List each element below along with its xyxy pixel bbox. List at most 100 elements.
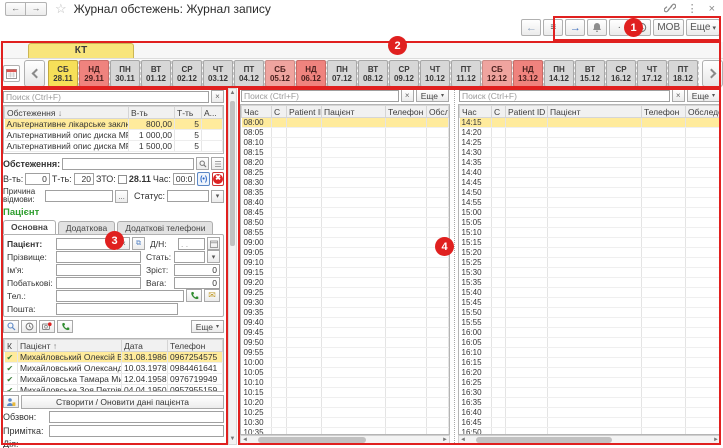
schedule-row[interactable]: 14:40 [460, 168, 720, 178]
reason-more-button[interactable]: ... [115, 190, 128, 203]
next-days-button[interactable] [702, 60, 723, 87]
day-button-13.12[interactable]: НД13.12 [513, 60, 543, 87]
schedule-row[interactable]: 16:40 [460, 408, 720, 418]
create-update-patient-button[interactable]: Створити / Оновити дані пацієнта [21, 395, 224, 409]
schedule-row[interactable]: 16:25 [460, 378, 720, 388]
col-time[interactable]: Час [242, 106, 272, 118]
day-button-28.11[interactable]: СБ28.11 [48, 60, 78, 87]
gender-dropdown-button[interactable]: ▾ [207, 250, 220, 263]
timer-button[interactable] [631, 19, 651, 36]
schedule-row[interactable]: 09:25 [242, 288, 449, 298]
schedule-row[interactable]: 15:40 [460, 288, 720, 298]
calendar-form-button[interactable] [3, 65, 20, 82]
clear-search-button[interactable]: × [401, 89, 414, 102]
schedule-row[interactable]: 08:05 [242, 128, 449, 138]
mail-button[interactable]: ✉ [204, 289, 220, 302]
schedule-row[interactable]: 10:30 [242, 418, 449, 428]
day-button-16.12[interactable]: СР16.12 [606, 60, 636, 87]
schedule-row[interactable]: 09:20 [242, 278, 449, 288]
list-view-button[interactable]: ≡ [543, 19, 563, 36]
schedule-row[interactable]: 16:15 [460, 358, 720, 368]
link-icon[interactable] [664, 2, 676, 17]
schedule-row[interactable]: 09:35 [242, 308, 449, 318]
schedule-row[interactable]: 15:30 [460, 268, 720, 278]
day-button-11.12[interactable]: ПТ11.12 [451, 60, 481, 87]
phone-input[interactable] [56, 290, 184, 302]
patient-row[interactable]: ✔Михайловський Олександр Іванович10.03.1… [5, 363, 223, 374]
patients-col-name[interactable]: Пацієнт ↑ [18, 340, 122, 352]
schedule-row[interactable]: 09:30 [242, 298, 449, 308]
schedule-row[interactable]: 16:20 [460, 368, 720, 378]
note-input[interactable] [49, 425, 224, 437]
col-patient[interactable]: Пацієнт [322, 106, 386, 118]
schedule-row[interactable]: 10:15 [242, 388, 449, 398]
day-button-03.12[interactable]: ЧТ03.12 [203, 60, 233, 87]
broadcast-button[interactable]: (•) [197, 172, 210, 186]
mob-button[interactable]: МОВ [653, 19, 684, 36]
schedule-row[interactable]: 10:10 [242, 378, 449, 388]
schedule-row[interactable]: 10:35 [242, 428, 449, 436]
schedule-row[interactable]: 08:20 [242, 158, 449, 168]
schedule-row[interactable]: 10:25 [242, 408, 449, 418]
day-button-14.12[interactable]: ПН14.12 [544, 60, 574, 87]
camera-button[interactable] [39, 320, 55, 333]
scroll-right-arrow-icon[interactable]: ► [441, 437, 449, 443]
col-patient-id[interactable]: Patient ID [287, 106, 322, 118]
schedule-row[interactable]: 10:05 [242, 368, 449, 378]
find-patient-button[interactable] [3, 320, 19, 333]
day-button-09.12[interactable]: СР09.12 [389, 60, 419, 87]
exam-input[interactable] [62, 158, 194, 170]
exam-lookup-button[interactable] [196, 157, 209, 170]
col-phone[interactable]: Телефон [386, 106, 427, 118]
more-button-schedule-left[interactable]: Еще▾ [416, 89, 449, 102]
col-c[interactable]: С [492, 106, 506, 118]
schedule-row[interactable]: 08:45 [242, 208, 449, 218]
birthdate-calendar-button[interactable] [207, 237, 220, 250]
day-button-08.12[interactable]: ВТ08.12 [358, 60, 388, 87]
patients-col-date[interactable]: Дата [122, 340, 168, 352]
schedule-row[interactable]: 14:35 [460, 158, 720, 168]
history-button[interactable] [21, 320, 37, 333]
reason-input[interactable] [45, 190, 113, 202]
tab-additional[interactable]: Додаткова [58, 221, 115, 234]
tab-main[interactable]: Основна [3, 220, 56, 234]
scroll-left-arrow-icon[interactable]: ◄ [459, 437, 467, 443]
exam-list-button[interactable] [211, 157, 224, 170]
col-phone[interactable]: Телефон [642, 106, 686, 118]
schedule-search-input-right[interactable] [459, 90, 670, 102]
back-button[interactable]: ← [5, 2, 26, 16]
patients-col-phone[interactable]: Телефон [168, 340, 223, 352]
day-button-29.11[interactable]: НД29.11 [79, 60, 109, 87]
call-button[interactable] [186, 289, 202, 302]
forward-button[interactable]: → [26, 2, 47, 16]
exam-col-a[interactable]: А... [202, 107, 223, 119]
more-button-left[interactable]: Еще▾ [191, 320, 224, 333]
horizontal-scrollbar[interactable]: ◄ ► [458, 435, 721, 445]
schedule-row[interactable]: 16:10 [460, 348, 720, 358]
col-patient[interactable]: Пацієнт [548, 106, 642, 118]
schedule-row[interactable]: 14:20 [460, 128, 720, 138]
schedule-row[interactable]: 14:55 [460, 198, 720, 208]
schedule-row[interactable]: 14:15 [460, 118, 720, 128]
scroll-right-arrow-icon[interactable]: ► [712, 437, 720, 443]
day-button-04.12[interactable]: ПТ04.12 [234, 60, 264, 87]
next-record-button[interactable]: → [565, 19, 585, 36]
schedule-row[interactable]: 16:00 [460, 328, 720, 338]
scroll-up-arrow-icon[interactable]: ▲ [229, 89, 236, 98]
schedule-row[interactable]: 08:15 [242, 148, 449, 158]
hidden-toolbar-button[interactable]: · [609, 19, 629, 36]
notification-button[interactable] [587, 19, 607, 36]
patient-row[interactable]: ✔Михайловський Олексій Вікторович31.08.1… [5, 352, 223, 363]
schedule-row[interactable]: 09:10 [242, 258, 449, 268]
horizontal-scrollbar-thumb[interactable] [476, 437, 612, 443]
day-button-01.12[interactable]: ВТ01.12 [141, 60, 171, 87]
exam-row[interactable]: Альтернативний опис диска МРТ з в/в конт… [5, 141, 223, 152]
exam-row[interactable]: Альтернативний опис диска МРТ з в/в конт… [5, 130, 223, 141]
day-button-06.12[interactable]: НД06.12 [296, 60, 326, 87]
tt-input[interactable] [74, 173, 94, 185]
day-button-30.11[interactable]: ПН30.11 [110, 60, 140, 87]
scroll-down-arrow-icon[interactable]: ▼ [229, 435, 236, 444]
day-button-17.12[interactable]: ЧТ17.12 [637, 60, 667, 87]
time-input[interactable] [173, 173, 195, 185]
day-button-05.12[interactable]: СБ05.12 [265, 60, 295, 87]
